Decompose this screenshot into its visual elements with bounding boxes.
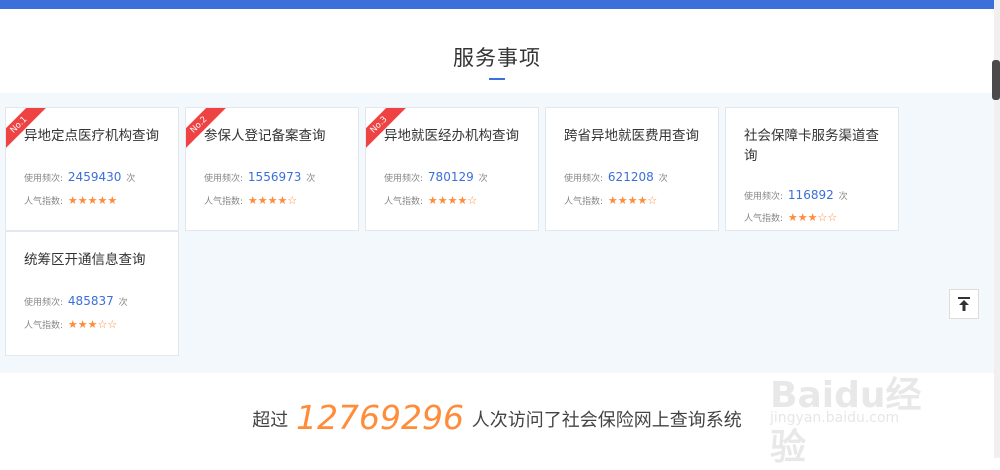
section-title: 服务事项 [453,46,541,70]
popularity-label: 人气指数: [564,197,604,207]
frequency-unit: 次 [658,174,668,184]
popularity: 人气指数: ★★★★☆ [384,194,477,207]
frequency-count: 2459430 [67,170,122,184]
service-title: 异地定点医疗机构查询 [24,128,159,144]
star-rating-icon: ★★★☆☆ [787,211,838,224]
popularity-label: 人气指数: [24,321,64,331]
frequency-count: 780129 [427,170,474,184]
frequency-unit: 次 [838,192,848,202]
top-bar [0,0,1000,9]
service-card-2[interactable]: No.2 参保人登记备案查询 使用频次: 1556973 次 人气指数: ★★★… [185,107,359,231]
star-rating-icon: ★★★★☆ [607,194,658,207]
frequency-label: 使用频次: [24,298,64,308]
frequency-label: 使用频次: [744,192,784,202]
arrow-up-to-top-icon [958,297,970,311]
popularity-label: 人气指数: [744,214,784,224]
popularity-label: 人气指数: [384,197,424,207]
frequency-label: 使用频次: [204,174,244,184]
popularity-label: 人气指数: [204,197,244,207]
frequency-unit: 次 [126,174,136,184]
service-title: 参保人登记备案查询 [204,128,326,144]
service-title: 统筹区开通信息查询 [24,252,146,268]
service-card-4[interactable]: 跨省异地就医费用查询 使用频次: 621208 次 人气指数: ★★★★☆ [545,107,719,231]
visits-summary: 超过 12769296 人次访问了社会保险网上查询系统 [0,398,994,437]
frequency-unit: 次 [118,298,128,308]
popularity: 人气指数: ★★★★★ [24,194,117,207]
usage-frequency: 使用频次: 2459430 次 [24,170,135,184]
scrollbar-thumb[interactable] [992,60,1000,100]
usage-frequency: 使用频次: 1556973 次 [204,170,315,184]
popularity-label: 人气指数: [24,197,64,207]
frequency-label: 使用频次: [564,174,604,184]
frequency-unit: 次 [478,174,488,184]
service-title: 社会保障卡服务渠道查询 [744,128,879,164]
service-card-1[interactable]: No.1 异地定点医疗机构查询 使用频次: 2459430 次 人气指数: ★★… [5,107,179,231]
popularity: 人气指数: ★★★★☆ [204,194,297,207]
frequency-count: 116892 [787,188,834,202]
usage-frequency: 使用频次: 485837 次 [24,294,128,308]
service-card-5[interactable]: 社会保障卡服务渠道查询 使用频次: 116892 次 人气指数: ★★★☆☆ [725,107,899,231]
star-rating-icon: ★★★★☆ [247,194,298,207]
service-title: 跨省异地就医费用查询 [564,128,699,144]
visits-prefix: 超过 [252,410,289,431]
popularity: 人气指数: ★★★★☆ [564,194,657,207]
usage-frequency: 使用频次: 621208 次 [564,170,668,184]
star-rating-icon: ★★★★★ [67,194,118,207]
popularity: 人气指数: ★★★☆☆ [24,318,117,331]
visits-count: 12769296 [296,398,464,437]
frequency-label: 使用频次: [384,174,424,184]
service-card-6[interactable]: 统筹区开通信息查询 使用频次: 485837 次 人气指数: ★★★☆☆ [5,231,179,356]
frequency-count: 1556973 [247,170,302,184]
service-card-3[interactable]: No.3 异地就医经办机构查询 使用频次: 780129 次 人气指数: ★★★… [365,107,539,231]
scroll-to-top-button[interactable] [949,289,979,319]
star-rating-icon: ★★★★☆ [427,194,478,207]
visits-suffix: 人次访问了社会保险网上查询系统 [471,410,742,431]
usage-frequency: 使用频次: 780129 次 [384,170,488,184]
usage-frequency: 使用频次: 116892 次 [744,188,848,202]
frequency-unit: 次 [306,174,316,184]
frequency-count: 621208 [607,170,654,184]
service-title: 异地就医经办机构查询 [384,128,519,144]
star-rating-icon: ★★★☆☆ [67,318,118,331]
title-underline [489,78,505,80]
popularity: 人气指数: ★★★☆☆ [744,211,837,224]
frequency-label: 使用频次: [24,174,64,184]
frequency-count: 485837 [67,294,114,308]
